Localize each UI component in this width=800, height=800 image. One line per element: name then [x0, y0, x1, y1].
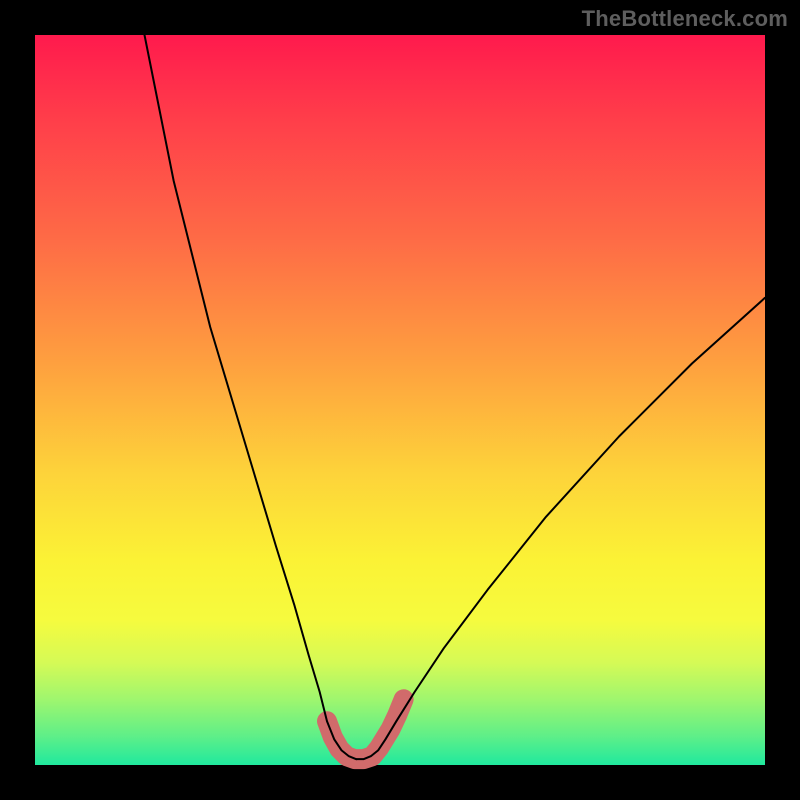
plot-area: [35, 35, 765, 765]
marker-layer: [322, 694, 409, 759]
chart-svg: [35, 35, 765, 765]
curve-right: [356, 298, 765, 759]
curve-left: [145, 35, 357, 759]
watermark-text: TheBottleneck.com: [582, 6, 788, 32]
chart-frame: TheBottleneck.com: [0, 0, 800, 800]
